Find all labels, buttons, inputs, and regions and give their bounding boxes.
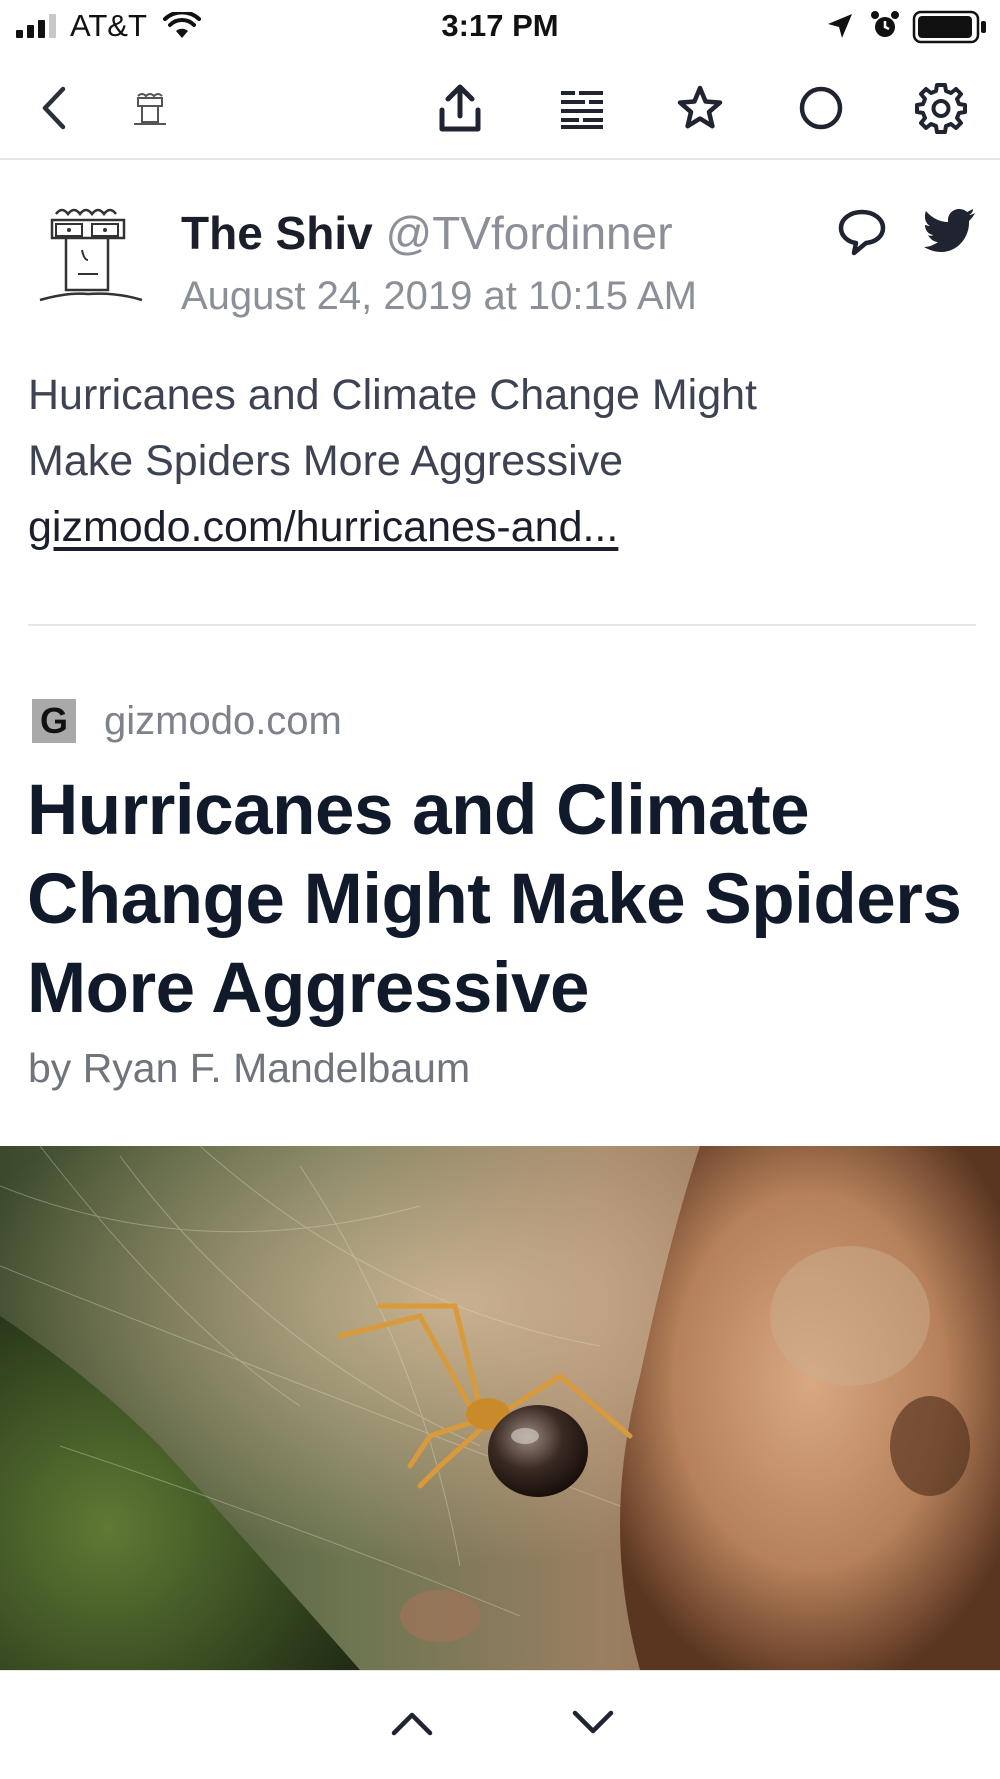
next-article-button[interactable] bbox=[565, 1703, 621, 1743]
divider bbox=[28, 624, 976, 626]
article-source: G gizmodo.com bbox=[32, 697, 342, 745]
author-avatar[interactable] bbox=[38, 202, 144, 312]
article-title: Hurricanes and Climate Change Might Make… bbox=[27, 771, 962, 1028]
reply-icon[interactable] bbox=[836, 206, 888, 258]
tweet-text: Hurricanes and Climate Change Might Make… bbox=[28, 362, 968, 560]
back-button[interactable] bbox=[26, 80, 82, 136]
reader-view-button[interactable] bbox=[554, 80, 610, 136]
site-avatar-icon bbox=[134, 93, 166, 125]
settings-button[interactable] bbox=[913, 80, 969, 136]
tweet-text-line: Hurricanes and Climate Change Might bbox=[28, 371, 757, 419]
site-avatar-button[interactable] bbox=[122, 80, 178, 136]
tweet-date: August 24, 2019 at 10:15 AM bbox=[181, 274, 697, 318]
status-bar: AT&T 3:17 PM bbox=[0, 0, 1000, 56]
reader-view-icon bbox=[561, 91, 603, 129]
alarm-icon bbox=[871, 11, 899, 37]
settings-icon bbox=[915, 83, 967, 134]
battery-icon bbox=[912, 10, 986, 44]
site-favicon: G bbox=[32, 699, 76, 743]
circle-icon bbox=[799, 86, 843, 130]
chevron-down-icon bbox=[572, 1710, 614, 1734]
bottom-nav bbox=[0, 1670, 1000, 1779]
share-button[interactable] bbox=[432, 80, 488, 136]
article-hero-image bbox=[0, 1146, 1000, 1670]
previous-article-button[interactable] bbox=[384, 1703, 440, 1743]
twitter-icon[interactable] bbox=[924, 208, 976, 254]
mark-read-button[interactable] bbox=[793, 80, 849, 136]
back-chevron-icon bbox=[42, 86, 66, 130]
star-icon bbox=[677, 85, 723, 129]
toolbar bbox=[0, 56, 1000, 160]
location-arrow-icon bbox=[828, 14, 852, 38]
chevron-up-icon bbox=[391, 1712, 433, 1736]
star-button[interactable] bbox=[672, 80, 728, 136]
author-name[interactable]: The Shiv bbox=[181, 207, 373, 259]
tweet-link[interactable]: gizmodo.com/hurricanes-and... bbox=[28, 494, 968, 560]
author-handle[interactable]: @TVfordinner bbox=[386, 207, 673, 259]
author-line: The Shiv @TVfordinner bbox=[181, 206, 673, 260]
source-domain: gizmodo.com bbox=[104, 698, 342, 743]
share-icon bbox=[439, 84, 481, 132]
tweet-text-line: Make Spiders More Aggressive bbox=[28, 437, 624, 485]
article-byline: by Ryan F. Mandelbaum bbox=[28, 1045, 471, 1091]
